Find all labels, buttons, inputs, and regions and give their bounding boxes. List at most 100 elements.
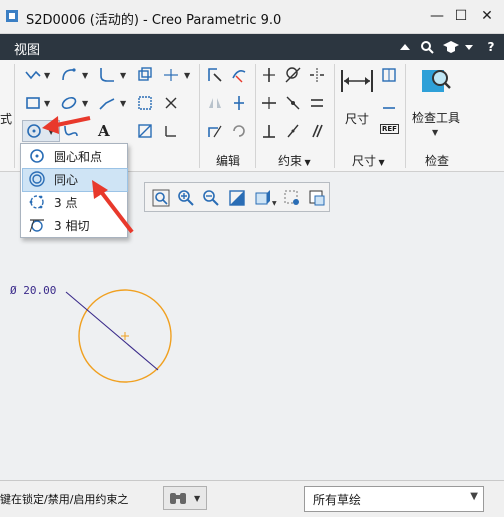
caret-up-icon[interactable] bbox=[396, 38, 414, 56]
diameter-dimension-text[interactable]: Ø 20.00 bbox=[10, 284, 56, 297]
divide-icon[interactable] bbox=[230, 94, 248, 112]
spline-icon[interactable] bbox=[62, 122, 80, 140]
graduation-cap-icon[interactable] bbox=[442, 38, 460, 56]
perimeter-icon[interactable] bbox=[380, 94, 398, 112]
centerline-icon[interactable] bbox=[162, 66, 180, 84]
coordinate-system-icon[interactable] bbox=[162, 122, 180, 140]
point-icon[interactable] bbox=[162, 94, 180, 112]
mirror-icon[interactable] bbox=[206, 94, 224, 112]
horizontal-constraint-icon[interactable] bbox=[260, 94, 278, 112]
fillet-icon[interactable] bbox=[98, 66, 116, 84]
dropdown-arrow[interactable]: ▼ bbox=[184, 71, 190, 80]
minimize-button[interactable]: — bbox=[426, 6, 448, 26]
dropdown-arrow[interactable]: ▼ bbox=[82, 99, 88, 108]
line-chain-icon[interactable] bbox=[24, 66, 42, 84]
dropdown-arrow[interactable]: ▼ bbox=[44, 99, 50, 108]
equal-constraint-icon[interactable] bbox=[308, 94, 326, 112]
rectangle-icon[interactable] bbox=[24, 94, 42, 112]
reference-dimension-button[interactable]: REF bbox=[380, 124, 399, 134]
parallel-constraint-icon[interactable] bbox=[308, 122, 326, 140]
coincident-constraint-icon[interactable] bbox=[284, 122, 302, 140]
vertical-constraint-icon[interactable] bbox=[260, 66, 278, 84]
dropdown-arrow[interactable]: ▼ bbox=[44, 71, 50, 80]
circle-tool-button[interactable]: ▼ bbox=[22, 120, 60, 142]
inspect-tool-label[interactable]: 检查工具 bbox=[412, 109, 460, 126]
group-label-dimension[interactable]: 尺寸 ▼ bbox=[352, 152, 385, 169]
arc-icon[interactable] bbox=[60, 66, 78, 84]
chevron-down-icon: ▼ bbox=[470, 491, 478, 502]
refit-icon[interactable] bbox=[151, 188, 171, 208]
menu-item-concentric[interactable]: 同心 bbox=[22, 168, 128, 192]
status-message: 键在锁定/禁用/启用约束之 bbox=[0, 493, 129, 506]
sketch-view-icon[interactable] bbox=[307, 188, 327, 208]
dropdown-arrow[interactable]: ▼ bbox=[120, 71, 126, 80]
ribbon-left-cut-label: 式 bbox=[0, 112, 13, 126]
app-icon bbox=[6, 10, 18, 22]
view-toolbar: ▼ bbox=[144, 182, 330, 212]
three-tangent-circle-icon bbox=[29, 219, 44, 233]
group-separator bbox=[334, 64, 335, 168]
selection-filter-value: 所有草绘 bbox=[313, 493, 362, 507]
menu-item-label: 3 点 bbox=[54, 196, 78, 210]
caret-down-icon[interactable] bbox=[460, 38, 478, 56]
menu-item-label: 3 相切 bbox=[54, 219, 90, 233]
thicken-icon[interactable] bbox=[136, 94, 154, 112]
dropdown-arrow[interactable]: ▼ bbox=[194, 494, 200, 503]
search-icon[interactable] bbox=[418, 38, 436, 56]
corner-icon[interactable] bbox=[206, 122, 224, 140]
zoom-out-icon[interactable] bbox=[201, 188, 221, 208]
dimension-icon[interactable] bbox=[340, 68, 374, 94]
menu-item-label: 同心 bbox=[54, 173, 79, 187]
menu-item-three-tangent[interactable]: 3 相切 bbox=[22, 214, 126, 236]
palette-icon[interactable] bbox=[136, 122, 154, 140]
title-bar: S2D0006 (活动的) - Creo Parametric 9.0 — ☐ … bbox=[0, 0, 504, 34]
group-separator bbox=[405, 64, 406, 168]
display-style-icon[interactable] bbox=[253, 188, 273, 208]
window-title: S2D0006 (活动的) - Creo Parametric 9.0 bbox=[26, 13, 282, 28]
concentric-circle-icon bbox=[29, 171, 45, 187]
circle-type-menu: 圆心和点 同心 3 点 3 相切 bbox=[20, 143, 128, 238]
dropdown-arrow[interactable]: ▼ bbox=[432, 128, 438, 137]
dropdown-arrow[interactable]: ▼ bbox=[120, 99, 126, 108]
group-label-inspect: 检查 bbox=[425, 154, 450, 168]
center-mark bbox=[121, 332, 129, 340]
offset-icon[interactable] bbox=[136, 66, 154, 84]
dimension-button-label[interactable]: 尺寸 bbox=[345, 110, 369, 127]
dropdown-arrow[interactable]: ▼ bbox=[48, 127, 54, 136]
circle-icon bbox=[27, 124, 41, 138]
baseline-icon[interactable] bbox=[380, 66, 398, 84]
menu-item-center-and-point[interactable]: 圆心和点 bbox=[22, 145, 126, 167]
dropdown-arrow[interactable]: ▼ bbox=[272, 200, 277, 207]
symmetric-constraint-icon[interactable] bbox=[308, 66, 326, 84]
three-point-circle-icon bbox=[29, 195, 44, 209]
binoculars-icon bbox=[170, 493, 186, 504]
group-separator bbox=[199, 64, 200, 168]
group-separator bbox=[14, 64, 15, 168]
tangent-constraint-icon[interactable] bbox=[284, 66, 302, 84]
repaint-icon[interactable] bbox=[227, 188, 247, 208]
zoom-in-icon[interactable] bbox=[176, 188, 196, 208]
rotate-resize-icon[interactable] bbox=[230, 122, 248, 140]
group-label-edit: 编辑 bbox=[216, 154, 241, 168]
perpendicular-constraint-icon[interactable] bbox=[260, 122, 278, 140]
menu-item-label: 圆心和点 bbox=[54, 150, 103, 164]
text-tool-button[interactable]: A bbox=[98, 122, 110, 140]
ellipse-icon[interactable] bbox=[60, 94, 78, 112]
delete-segment-icon[interactable] bbox=[230, 66, 248, 84]
selection-filter-select[interactable]: 所有草绘 ▼ bbox=[304, 486, 484, 512]
sketch-display-filter-icon[interactable] bbox=[282, 188, 302, 208]
group-label-constraints[interactable]: 约束 ▼ bbox=[278, 152, 311, 169]
ribbon-tab-bar: 视图 ? bbox=[0, 34, 504, 60]
modify-icon[interactable] bbox=[206, 66, 224, 84]
dropdown-arrow[interactable]: ▼ bbox=[82, 71, 88, 80]
help-icon[interactable]: ? bbox=[482, 38, 500, 56]
find-button[interactable]: ▼ bbox=[163, 486, 207, 510]
maximize-button[interactable]: ☐ bbox=[450, 6, 472, 26]
circle-center-point-icon bbox=[30, 149, 44, 163]
chamfer-icon[interactable] bbox=[98, 94, 116, 112]
tab-view[interactable]: 视图 bbox=[14, 39, 40, 58]
menu-item-three-point[interactable]: 3 点 bbox=[22, 191, 126, 213]
inspect-tool-icon[interactable] bbox=[420, 66, 452, 96]
midpoint-constraint-icon[interactable] bbox=[284, 94, 302, 112]
close-button[interactable]: ✕ bbox=[476, 6, 498, 26]
